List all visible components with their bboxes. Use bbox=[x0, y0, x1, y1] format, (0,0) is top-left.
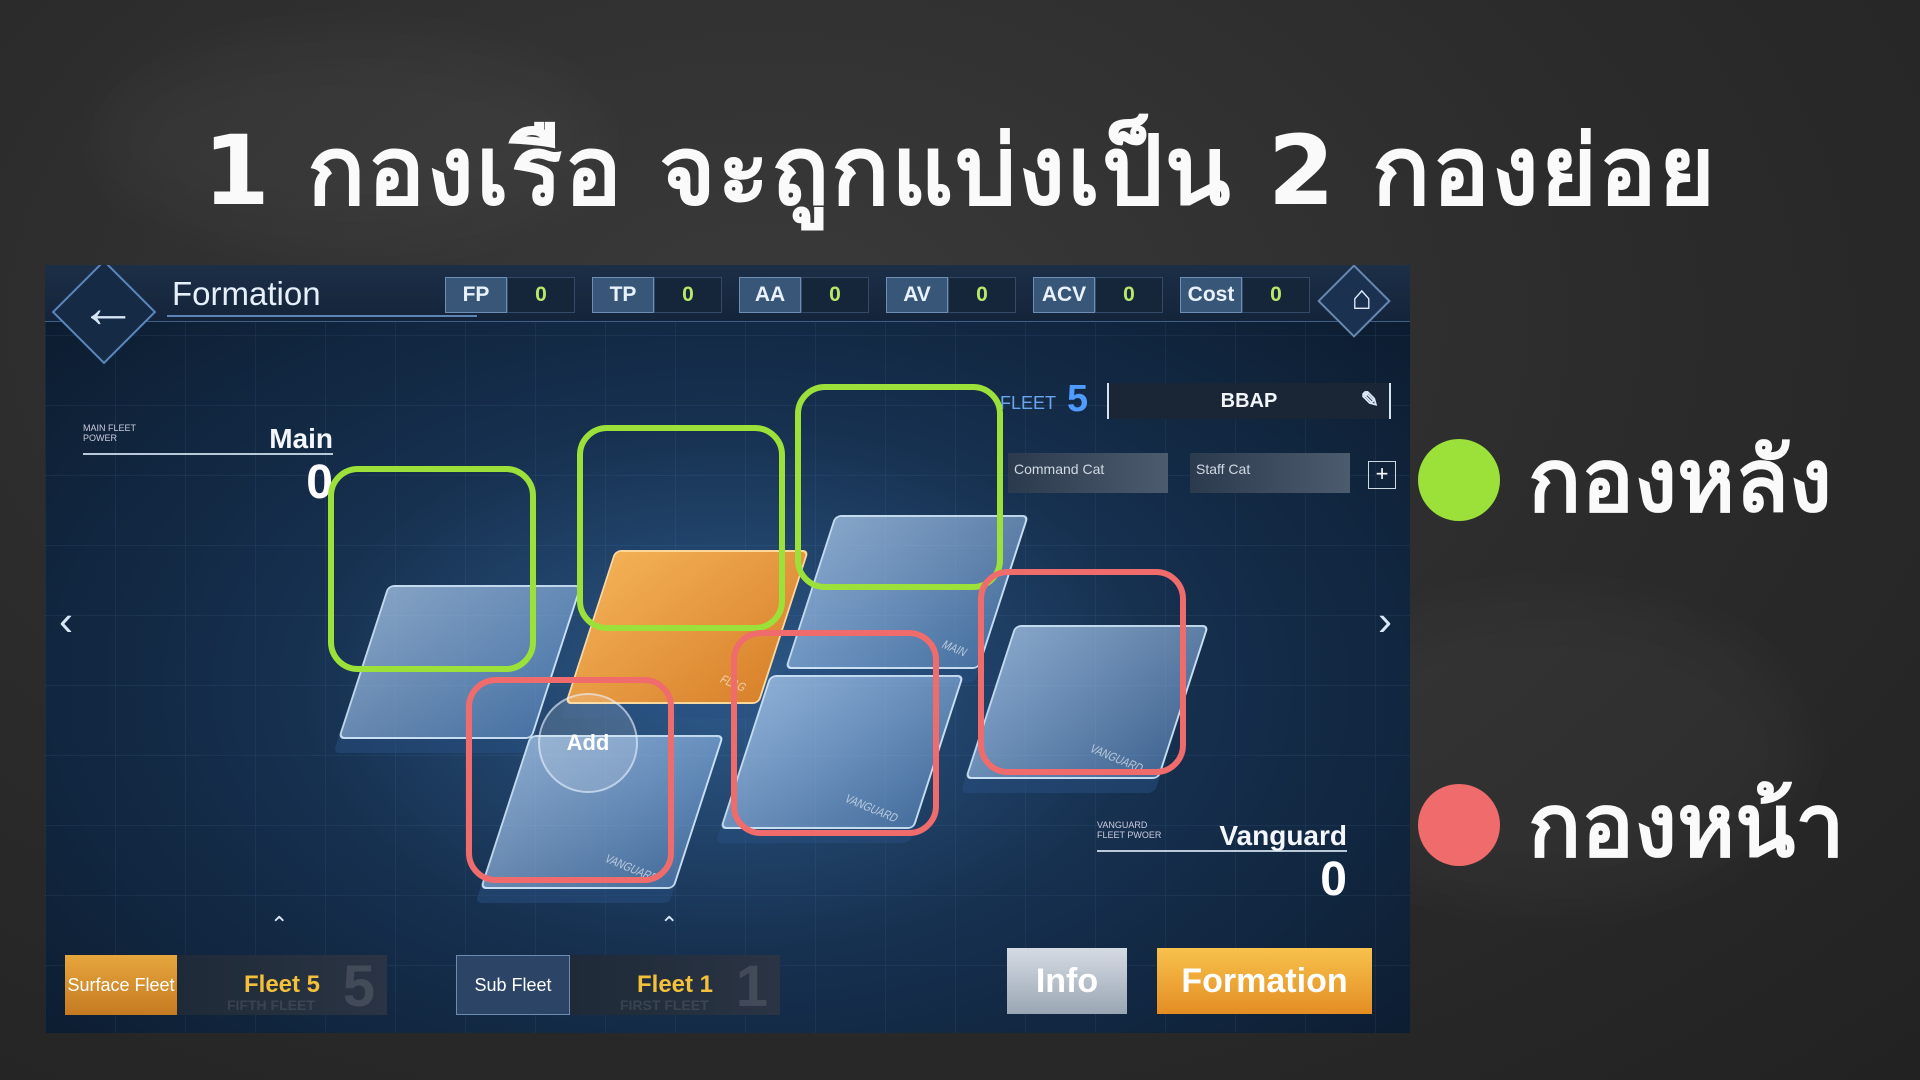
tab-kind-label: Surface Fleet bbox=[65, 955, 177, 1015]
tab-fleet-label: Fleet 5 bbox=[243, 971, 321, 998]
chevron-right-icon[interactable]: › bbox=[1378, 597, 1392, 645]
legend-front: กองหน้า bbox=[1418, 755, 1845, 895]
main-power-value: 0 bbox=[306, 456, 333, 509]
tile-label: MAIN bbox=[938, 638, 970, 660]
home-icon: ⌂ bbox=[1351, 279, 1372, 317]
formation-label: Formation bbox=[1181, 961, 1348, 1000]
vanguard-power-value: 0 bbox=[1320, 853, 1347, 906]
stat-value: 0 bbox=[507, 277, 575, 313]
stat-aa: AA 0 bbox=[739, 277, 869, 313]
formation-button[interactable]: Formation bbox=[1157, 948, 1372, 1014]
front-highlight-1 bbox=[466, 677, 674, 883]
rear-highlight-2 bbox=[577, 425, 785, 631]
front-highlight-2 bbox=[731, 630, 939, 836]
tab-kind-label: Sub Fleet bbox=[456, 955, 570, 1015]
header-title: Formation bbox=[172, 275, 321, 312]
stat-value: 0 bbox=[1095, 277, 1163, 313]
front-highlight-3 bbox=[978, 569, 1186, 775]
chevron-up-icon[interactable]: ⌃ bbox=[270, 912, 288, 938]
main-power-small-label: MAIN FLEET POWER bbox=[83, 423, 136, 443]
stat-value: 0 bbox=[1242, 277, 1310, 313]
stat-cost: Cost 0 bbox=[1180, 277, 1310, 313]
stat-fp: FP 0 bbox=[445, 277, 575, 313]
header-underline bbox=[167, 315, 477, 317]
command-cat-slot[interactable]: Command Cat bbox=[1008, 453, 1168, 493]
vanguard-power-name: Vanguard bbox=[1219, 820, 1347, 851]
legend-front-label: กองหน้า bbox=[1528, 774, 1845, 877]
game-screenshot: ← Formation FP 0 TP 0 AA 0 AV 0 ACV 0 Co… bbox=[45, 265, 1410, 1033]
stat-label: AV bbox=[886, 277, 948, 313]
vanguard-fleet-power: VANGUARD FLEET PWOER Vanguard 0 bbox=[1097, 820, 1347, 907]
vanguard-power-small-label: VANGUARD FLEET PWOER bbox=[1097, 820, 1162, 840]
legend-rear-label: กองหลัง bbox=[1528, 429, 1833, 532]
legend-rear: กองหลัง bbox=[1418, 410, 1832, 550]
main-power-name: Main bbox=[269, 423, 333, 454]
legend-front-dot bbox=[1418, 784, 1500, 866]
back-arrow-icon: ← bbox=[79, 275, 137, 340]
stat-value: 0 bbox=[801, 277, 869, 313]
fleet-label: FLEET bbox=[1000, 393, 1057, 413]
stat-label: TP bbox=[592, 277, 654, 313]
stat-label: Cost bbox=[1180, 277, 1242, 313]
tab-fleet-button[interactable]: Fleet 1 1 FIRST FLEET bbox=[570, 954, 780, 1019]
stat-value: 0 bbox=[948, 277, 1016, 313]
stat-tp: TP 0 bbox=[592, 277, 722, 313]
sub-fleet-tab[interactable]: Sub Fleet Fleet 1 1 FIRST FLEET bbox=[456, 954, 780, 1019]
chevron-up-icon[interactable]: ⌃ bbox=[660, 912, 678, 938]
stat-acv: ACV 0 bbox=[1033, 277, 1163, 313]
tab-fleet-button[interactable]: Fleet 5 5 FIFTH FLEET bbox=[177, 954, 387, 1019]
tab-fleet-number: 5 bbox=[342, 954, 375, 1019]
fleet-name: BBAP bbox=[1220, 389, 1278, 412]
surface-fleet-tab[interactable]: Surface Fleet Fleet 5 5 FIFTH FLEET bbox=[65, 954, 387, 1019]
fleet-name-box[interactable]: BBAP ✎ bbox=[1107, 383, 1391, 419]
fleet-number: 5 bbox=[1067, 378, 1089, 420]
chevron-left-icon[interactable]: ‹ bbox=[59, 597, 73, 645]
tab-fleet-label: Fleet 1 bbox=[636, 971, 714, 998]
info-button[interactable]: Info bbox=[1007, 948, 1127, 1014]
stat-label: FP bbox=[445, 277, 507, 313]
stat-value: 0 bbox=[654, 277, 722, 313]
slide-title: 1 กองเรือ จะถูกแบ่งเป็น 2 กองย่อย bbox=[203, 115, 1717, 227]
command-cat-label: Command Cat bbox=[1014, 461, 1105, 477]
main-fleet-power: MAIN FLEET POWER Main 0 bbox=[83, 423, 333, 510]
stat-av: AV 0 bbox=[886, 277, 1016, 313]
legend-rear-dot bbox=[1418, 439, 1500, 521]
tab-fleet-subtitle: FIFTH FLEET bbox=[227, 997, 315, 1013]
rear-highlight-1 bbox=[328, 466, 536, 672]
tab-fleet-number: 1 bbox=[735, 954, 768, 1019]
staff-cat-label: Staff Cat bbox=[1196, 461, 1251, 477]
tab-fleet-subtitle: FIRST FLEET bbox=[620, 997, 709, 1013]
stat-label: ACV bbox=[1033, 277, 1095, 313]
info-label: Info bbox=[1035, 961, 1099, 1000]
plus-icon[interactable]: + bbox=[1368, 461, 1396, 489]
edit-icon[interactable]: ✎ bbox=[1361, 387, 1379, 413]
stat-label: AA bbox=[739, 277, 801, 313]
rear-highlight-3 bbox=[795, 384, 1003, 590]
staff-cat-slot[interactable]: Staff Cat bbox=[1190, 453, 1350, 493]
